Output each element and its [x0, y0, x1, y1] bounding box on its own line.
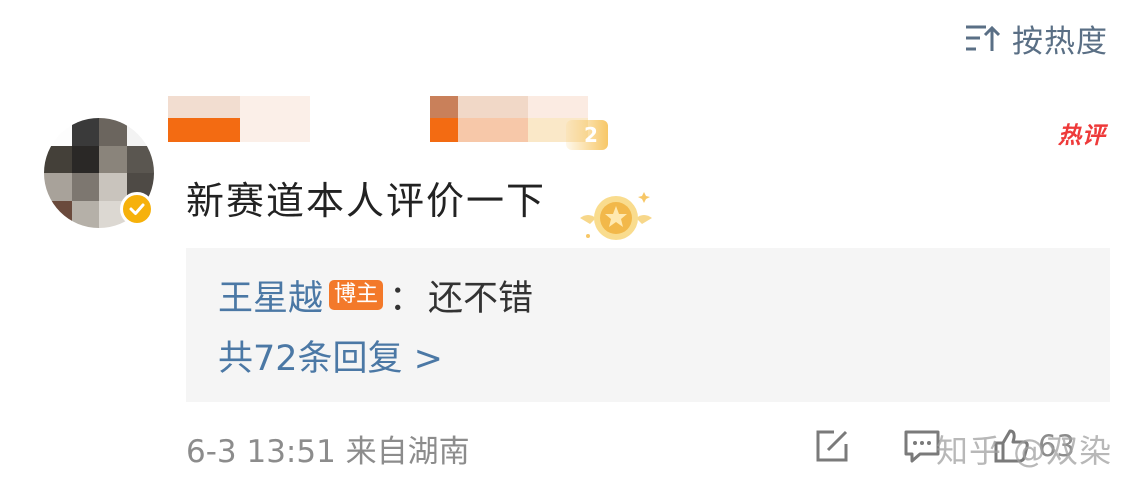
top-reply: 王星越 博主 ： 还不错	[218, 270, 533, 320]
check-icon	[129, 203, 145, 215]
comment-meta: 6-3 13:51 来自湖南	[186, 434, 470, 470]
sort-label: 按热度	[1012, 23, 1108, 60]
view-replies-link[interactable]: 共72条回复 >	[218, 334, 443, 384]
sort-icon	[966, 25, 1000, 51]
share-icon[interactable]	[812, 426, 852, 466]
reply-content: 还不错	[428, 278, 534, 319]
verified-badge	[120, 192, 154, 226]
comment-screen: 按热度 2 热评 新赛道本人评价一下 王星越 博主 ： 还不错 共72条回复 >…	[0, 0, 1146, 500]
hot-comment-badge: 热评	[1058, 123, 1106, 149]
reply-preview[interactable]: 王星越 博主 ： 还不错 共72条回复 >	[186, 248, 1110, 402]
rank-badge: 2	[566, 120, 608, 150]
watermark: 知乎 @双染	[936, 432, 1113, 470]
reply-author-link[interactable]: 王星越	[218, 270, 323, 321]
blogger-tag: 博主	[329, 280, 384, 310]
username-redacted[interactable]	[168, 96, 588, 142]
reply-colon: ：	[389, 278, 425, 319]
comment-text: 新赛道本人评价一下	[186, 179, 547, 223]
sort-by-hot-button[interactable]: 按热度	[964, 16, 1108, 60]
medal-icon	[580, 192, 652, 240]
